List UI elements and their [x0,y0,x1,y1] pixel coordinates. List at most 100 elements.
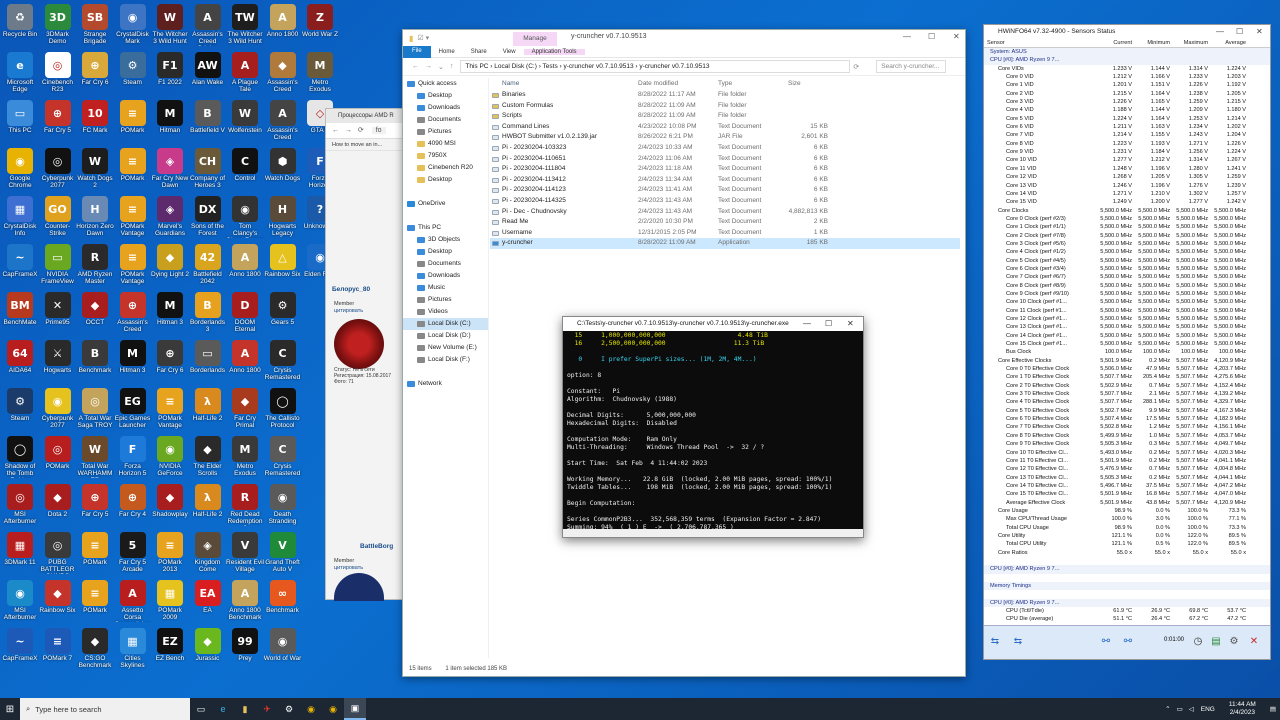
sensor-row[interactable]: Max CPU/Thread Usage 100.0 % 3.0 % 100.0 % 7… [984,515,1270,523]
file-row[interactable]: y-cruncher 8/28/2022 11:09 AM Application 1… [490,238,960,249]
sensor-row[interactable]: Core 15 T0 Effective Cl... 5,501.9 MHz 16.… [984,490,1270,498]
column-current[interactable]: Current [1094,39,1132,47]
nav-item[interactable]: Desktop [403,174,488,186]
desktop-icon[interactable]: ◉ Death Stranding [264,482,302,530]
explorer-titlebar[interactable]: ▮ ☑ ▾ Manage y-cruncher v0.7.10.9513 — ☐… [403,30,965,46]
settings-icon[interactable]: ⚙ [1226,635,1242,649]
sensor-row[interactable]: Core 4 VID 1.188 V 1.144 V 1.209 V 1.180 V [984,106,1270,114]
desktop-icon[interactable]: ▭ This PC [1,98,39,146]
sensor-row[interactable]: Core Utility 121.1 % 0.0 % 122.0 % 89.5 % [984,532,1270,540]
desktop-icon[interactable]: ◎ Cinebench R23 [39,50,77,98]
sensor-row[interactable]: Core VIDs 1.233 V 1.144 V 1.314 V 1.224 V [984,65,1270,73]
file-row[interactable]: Pi - 20230204-114123 2/4/2023 11:41 AM Tex… [490,185,960,196]
desktop-icon[interactable]: ▦ 3DMark 11 [1,530,39,578]
chrome-icon[interactable]: ◉ [322,698,344,720]
sensor-row[interactable]: Total CPU Utility 121.1 % 0.5 % 122.0 % 89.5… [984,540,1270,548]
sensor-row[interactable]: Core 8 T0 Effective Clock 5,499.9 MHz 1.0 … [984,432,1270,440]
bookmark-item[interactable]: How to move an in... [326,139,404,151]
close-icon[interactable]: ✕ [1246,635,1262,649]
desktop-icon[interactable]: ◎PUBG BATTLEGROUNDS [39,530,77,578]
sensor-row[interactable]: Core 11 Clock (perf #1... 5,500.0 MHz 5,50… [984,307,1270,315]
desktop-icon[interactable]: ◆ The Elder Scrolls [189,434,227,482]
nav-item[interactable]: Documents [403,114,488,126]
sensor-row[interactable] [984,557,1270,565]
recent-icon[interactable]: ⌄ [435,63,447,71]
language-indicator[interactable]: ENG [1197,706,1219,713]
desktop-icon[interactable]: ≡ POMark Vantage [114,242,152,290]
desktop-icon[interactable]: M Hitman 3 [151,290,189,338]
sensor-section[interactable]: CPU [#0]: AMD Ryzen 9 7... [984,565,1270,574]
nav-item[interactable]: Downloads [403,270,488,282]
desktop-icon[interactable]: TW The Witcher 3 Wild Hunt [226,2,264,50]
sensor-row[interactable]: Core 5 T0 Effective Clock 5,502.7 MHz 9.9 … [984,407,1270,415]
desktop-icon[interactable]: ◯Shadow of the Tomb Raider [1,434,39,482]
file-explorer-icon[interactable]: ▮ [234,698,256,720]
desktop-icon[interactable]: F1 F1 2022 [151,50,189,98]
desktop-icon[interactable]: W The Witcher 3 Wild Hunt [151,2,189,50]
address-bar[interactable]: fo [371,127,386,134]
maximize-icon[interactable]: ☐ [825,317,832,331]
nav-item[interactable]: Pictures [403,294,488,306]
column-size[interactable]: Size [788,78,828,90]
desktop-icon[interactable]: H Horizon Zero Dawn [76,194,114,242]
tab-file[interactable]: File [403,45,431,58]
sensor-row[interactable]: Core 13 VID 1.246 V 1.196 V 1.276 V 1.239 V [984,182,1270,190]
sensor-row[interactable]: Core Ratios 55.0 x 55.0 x 55.0 x 55.0 x [984,549,1270,557]
volume-icon[interactable]: ◁ [1186,705,1197,713]
desktop-icon[interactable]: ◉ CrystalDisk Mark [114,2,152,50]
sensor-row[interactable]: Core 3 VID 1.226 V 1.165 V 1.259 V 1.215 V [984,98,1270,106]
notifications-icon[interactable]: ▤ [1266,705,1280,713]
desktop-icon[interactable]: ◉ Cyberpunk 2077 [39,386,77,434]
nav-item[interactable] [403,210,488,222]
nav-item[interactable]: Cinebench R20 [403,162,488,174]
desktop-icon[interactable]: ◆ Dota 2 [39,482,77,530]
nav-item[interactable]: 3D Objects [403,234,488,246]
sensor-row[interactable]: CPU Die (average) 51.1 °C 26.4 °C 67.2 °C 47… [984,615,1270,623]
nav-item[interactable]: Downloads [403,102,488,114]
desktop-icon[interactable]: DX Sons of the Forest [189,194,227,242]
hwinfo-titlebar[interactable]: HWiNFO64 v7.32-4900 - Sensors Status — ☐… [984,25,1270,39]
desktop-icon[interactable]: ◆ Shadowplay [151,482,189,530]
sensor-section[interactable]: CPU [#0]: AMD Ryzen 9 7... [984,598,1270,608]
tab-share[interactable]: Share [463,49,495,55]
forward-icon[interactable]: → [422,63,435,70]
desktop-icon[interactable]: ◆ CS:GO Benchmark [76,626,114,674]
console-window[interactable]: C:\Tests\y-cruncher v0.7.10.9513\y-crunc… [562,316,864,538]
sensor-row[interactable]: Core 3 T0 Effective Clock 5,507.7 MHz 2.1 … [984,390,1270,398]
nav-item[interactable]: Local Disk (C:) [403,318,488,330]
desktop-icon[interactable]: B Borderlands 3 [189,290,227,338]
desktop-icon[interactable]: ⚙ Gears 5 [264,290,302,338]
nav-item[interactable] [403,186,488,198]
sensor-section[interactable]: System: ASUS [984,48,1270,57]
desktop-icon[interactable]: SB Strange Brigade [76,2,114,50]
nav-item[interactable]: Pictures [403,126,488,138]
desktop-icon[interactable]: ▦ POMark 2009 [151,578,189,626]
search-input[interactable]: Search y-cruncher... [876,60,947,73]
sensor-row[interactable]: Core 6 VID 1.211 V 1.163 V 1.234 V 1.202 V [984,123,1270,131]
browser-tab[interactable]: Процессоры AMD R [326,109,404,123]
desktop-icon[interactable]: ~ CapFrameX [1,626,39,674]
tab-application-tools[interactable]: Application Tools [523,48,585,55]
desktop-icon[interactable]: EA EA [189,578,227,626]
desktop-icon[interactable]: AA Plague Tale [226,50,264,98]
maximize-icon[interactable]: ☐ [1236,25,1243,39]
sensor-row[interactable]: Core 13 Clock (perf #1... 5,500.0 MHz 5,50… [984,323,1270,331]
desktop-icon[interactable]: WTotal War WARHAMMER [76,434,114,482]
quote-link[interactable]: цитировать [334,565,363,571]
navigate-right-icon[interactable]: ⇆ [1010,635,1026,649]
console-titlebar[interactable]: C:\Tests\y-cruncher v0.7.10.9513\y-crunc… [563,317,863,331]
desktop-icon[interactable]: ⊕ Far Cry 6 [151,338,189,386]
desktop-icon[interactable]: M Hitman 3 [114,338,152,386]
nav-item[interactable] [403,366,488,378]
sensor-row[interactable]: Core 0 VID 1.212 V 1.166 V 1.233 V 1.203 V [984,73,1270,81]
desktop-icon[interactable]: ▭ Borderlands [189,338,227,386]
desktop-icon[interactable]: ▦ Cities Skylines [114,626,152,674]
column-minimum[interactable]: Minimum [1132,39,1170,47]
file-row[interactable]: Pi - 20230204-103323 2/4/2023 10:33 AM Tex… [490,143,960,154]
desktop-icon[interactable]: ◉ MSI Afterburner [1,578,39,626]
desktop-icon[interactable]: 99 Prey [226,626,264,674]
member-name[interactable]: BattleBorg [360,543,393,550]
manage-contextual-tab[interactable]: Manage [513,32,557,46]
logging-icon[interactable]: ▤ [1208,635,1224,649]
sensor-row[interactable]: Core 9 Clock (perf #9/10) 5,500.0 MHz 5,50… [984,290,1270,298]
